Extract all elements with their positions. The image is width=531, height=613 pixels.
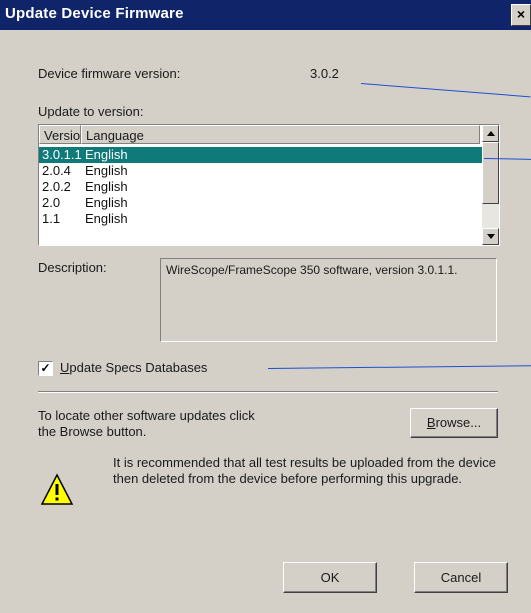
row-language: English bbox=[85, 179, 128, 194]
callout-line-specs bbox=[267, 365, 531, 369]
description-label: Description: bbox=[38, 260, 107, 275]
scroll-up-button[interactable] bbox=[482, 125, 499, 142]
column-header-language[interactable]: Language bbox=[81, 125, 480, 144]
version-list-row[interactable]: 2.0.4 English bbox=[39, 163, 480, 179]
scroll-thumb[interactable] bbox=[482, 142, 499, 204]
row-version: 2.0.2 bbox=[42, 179, 71, 194]
version-list[interactable]: Version Language 3.0.1.1 English 2.0.4 Engl… bbox=[38, 124, 500, 246]
dialog-title: Update Device Firmware bbox=[5, 5, 184, 22]
version-list-row[interactable]: 2.0 English bbox=[39, 195, 480, 211]
check-icon: ✓ bbox=[40, 361, 51, 375]
close-icon: × bbox=[516, 6, 526, 22]
ok-button[interactable]: OK bbox=[283, 562, 377, 593]
row-version: 2.0.4 bbox=[42, 163, 71, 178]
callout-line-firmware bbox=[360, 83, 531, 98]
arrow-up-icon bbox=[487, 131, 495, 136]
row-language: English bbox=[85, 195, 128, 210]
row-language: English bbox=[85, 147, 128, 162]
firmware-version-label: Device firmware version: bbox=[38, 66, 181, 81]
version-list-row[interactable]: 3.0.1.1 English bbox=[39, 147, 485, 163]
row-language: English bbox=[85, 211, 128, 226]
close-button[interactable]: × bbox=[511, 4, 531, 26]
separator bbox=[38, 391, 498, 393]
update-specs-label[interactable]: Update Specs Databases bbox=[60, 360, 207, 375]
version-list-header: Version Language bbox=[39, 125, 480, 145]
column-header-version[interactable]: Version bbox=[39, 125, 87, 144]
version-list-row[interactable]: 2.0.2 English bbox=[39, 179, 480, 195]
update-firmware-dialog: Update Device Firmware × Device firmware… bbox=[0, 0, 531, 613]
update-to-version-label: Update to version: bbox=[38, 104, 144, 119]
row-version: 1.1 bbox=[42, 211, 61, 226]
browse-button[interactable]: Browse... bbox=[410, 408, 498, 438]
warning-text: It is recommended that all test results … bbox=[113, 455, 496, 486]
update-specs-checkbox[interactable]: ✓ bbox=[38, 361, 53, 376]
row-language: English bbox=[85, 163, 128, 178]
version-list-row[interactable]: 1.1 English bbox=[39, 211, 480, 227]
version-list-rows: 3.0.1.1 English 2.0.4 English 2.0.2 English 2.… bbox=[39, 147, 485, 227]
scroll-down-button[interactable] bbox=[482, 228, 499, 245]
description-text: WireScope/FrameScope 350 software, versi… bbox=[160, 258, 497, 342]
version-list-scrollbar[interactable] bbox=[482, 125, 499, 245]
arrow-down-icon bbox=[487, 234, 495, 239]
browse-hint-text: To locate other software updates click t… bbox=[38, 408, 255, 439]
cancel-button[interactable]: Cancel bbox=[414, 562, 508, 593]
row-version: 2.0 bbox=[42, 195, 61, 210]
title-bar[interactable]: Update Device Firmware × bbox=[0, 0, 531, 30]
warning-icon bbox=[40, 473, 74, 505]
firmware-version-value: 3.0.2 bbox=[310, 66, 339, 81]
row-version: 3.0.1.1 bbox=[42, 147, 82, 162]
update-specs-label-text: Update Specs Databases bbox=[60, 360, 208, 375]
